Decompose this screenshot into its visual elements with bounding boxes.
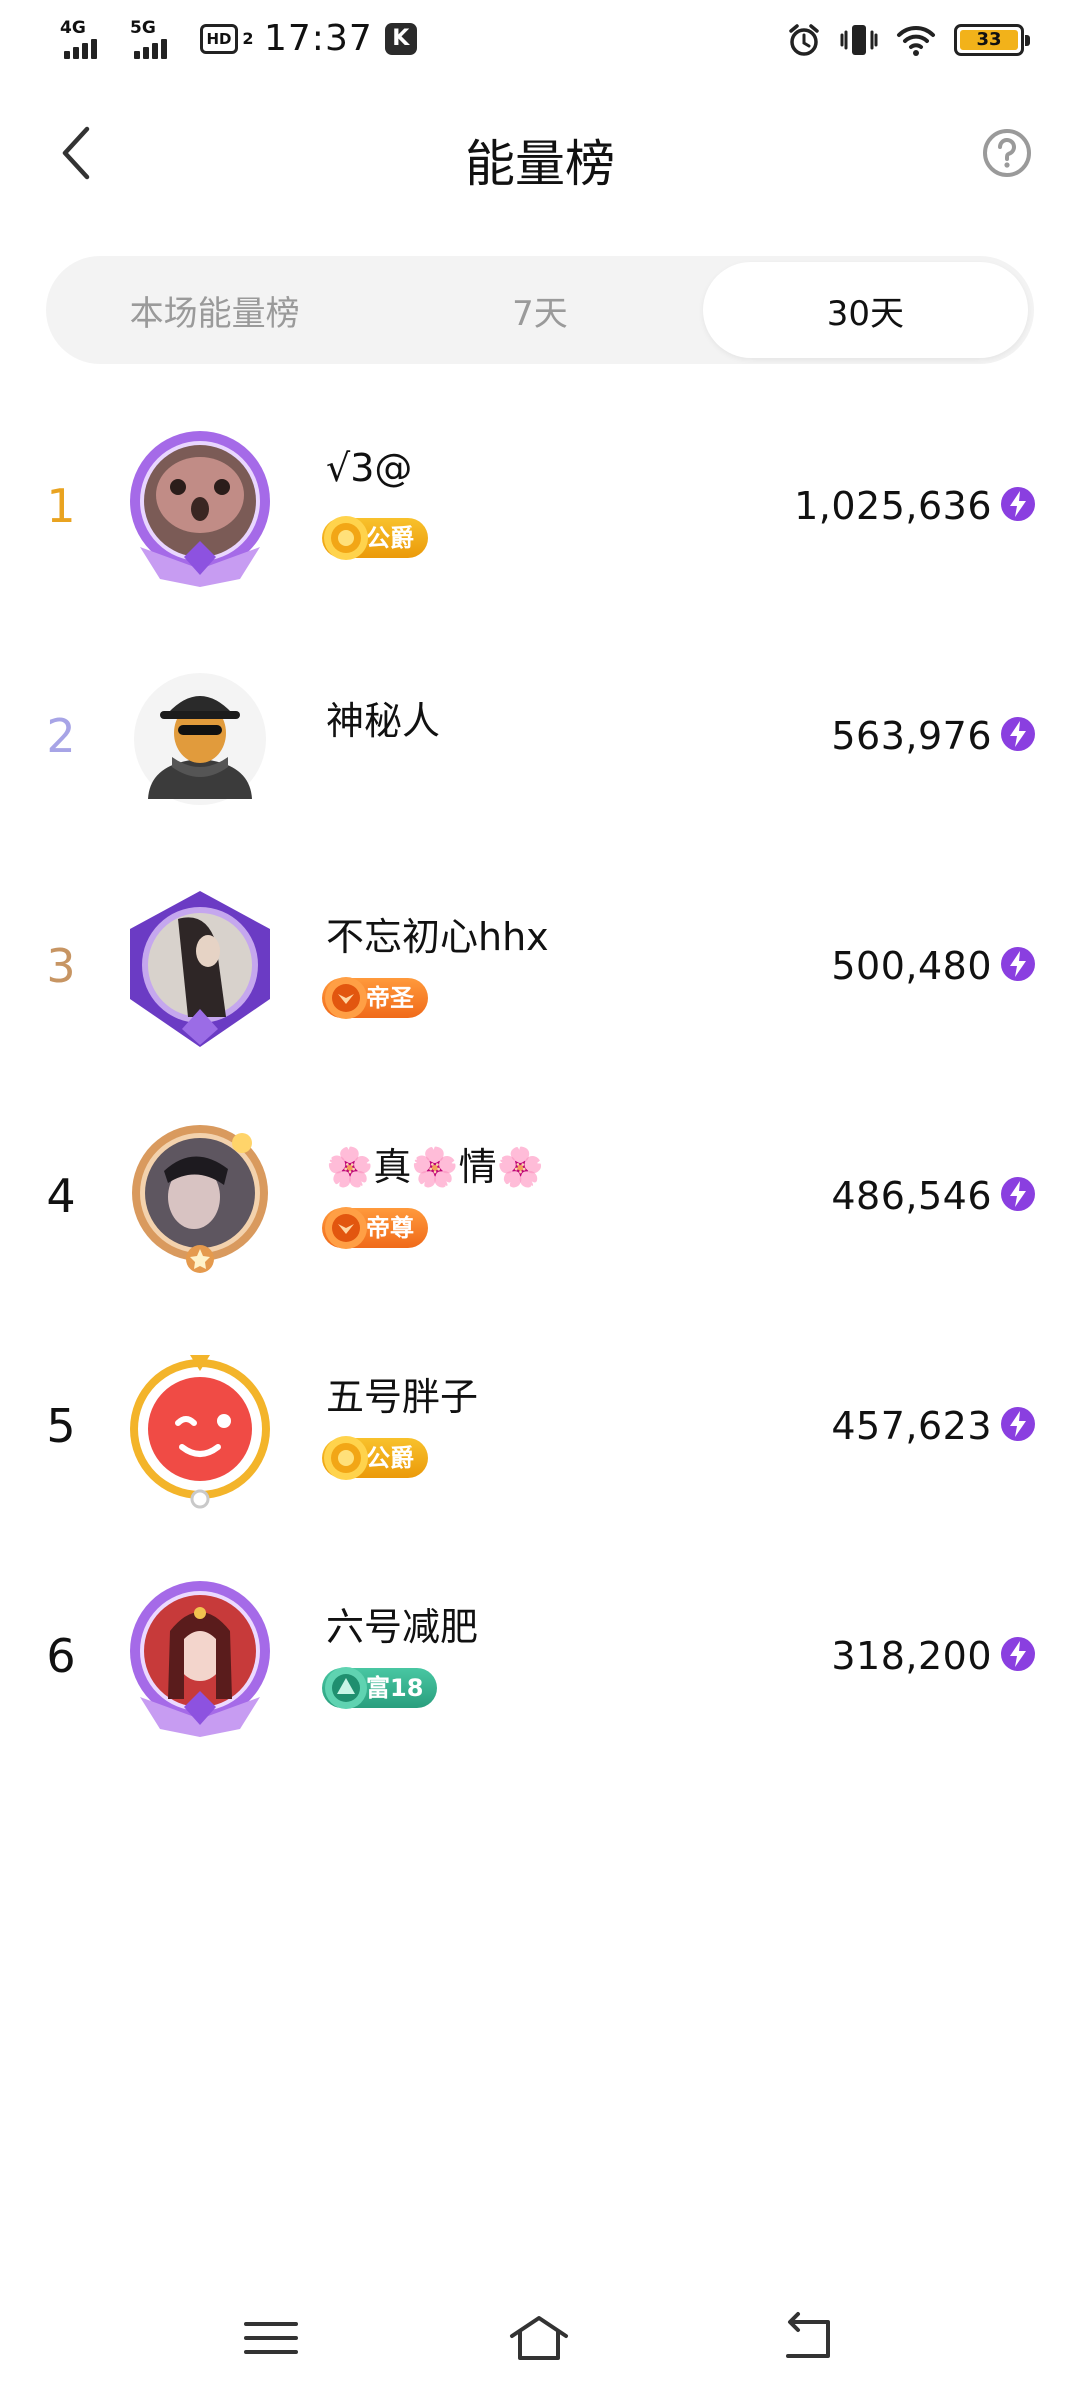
rank-number: 6 <box>46 1629 76 1683</box>
crest-icon <box>325 1207 367 1249</box>
clock: 17:37 <box>264 18 373 59</box>
system-nav-bar <box>0 2290 1080 2380</box>
page-title: 能量榜 <box>465 135 615 193</box>
rank-number: 3 <box>46 939 76 993</box>
badge-label: 富18 <box>366 1674 424 1702</box>
level-badge: 帝圣 <box>322 977 428 1019</box>
lightning-icon <box>1001 1407 1035 1441</box>
tab-30-days[interactable]: 30天 <box>702 262 1028 358</box>
avatar[interactable] <box>120 889 280 1049</box>
user-name[interactable]: √3@ <box>326 446 412 490</box>
signal-4g-icon: 4G <box>60 19 118 59</box>
status-bar: 4G 5G HD 2 17:37 K 33 <box>0 0 1080 80</box>
badge-label: 公爵 <box>366 1444 414 1472</box>
user-name[interactable]: 🌸真🌸情🌸 <box>326 1136 544 1191</box>
status-right: 33 <box>768 22 1030 58</box>
lightning-icon <box>1001 487 1035 521</box>
rank-number: 4 <box>46 1169 76 1223</box>
signal-5g-icon: 5G <box>130 19 188 59</box>
tab-this-session[interactable]: 本场能量榜 <box>52 262 377 358</box>
level-badge: 公爵 <box>322 516 428 560</box>
user-name[interactable]: 不忘初心hhx <box>326 906 549 961</box>
avatar[interactable] <box>120 1119 280 1279</box>
lightning-icon <box>1001 1637 1035 1671</box>
energy-score: 486,546 <box>831 1174 992 1218</box>
user-name[interactable]: 六号减肥 <box>326 1596 478 1651</box>
list-item[interactable]: 6 六号减肥 富18 318,200 <box>0 1574 1080 1804</box>
wealth-level-icon <box>325 1667 367 1709</box>
help-button[interactable] <box>980 126 1034 180</box>
rank-number: 1 <box>46 479 76 533</box>
lightning-icon <box>1001 947 1035 981</box>
menu-icon[interactable] <box>236 2310 306 2366</box>
home-icon[interactable] <box>504 2310 574 2366</box>
avatar[interactable] <box>120 1349 280 1509</box>
battery-level: 33 <box>976 29 1002 50</box>
battery-icon: 33 <box>954 24 1030 56</box>
energy-score: 1,025,636 <box>794 484 992 528</box>
list-item[interactable]: 3 不忘初心hhx 帝圣 500,480 <box>0 884 1080 1114</box>
user-name[interactable]: 五号胖子 <box>326 1366 478 1421</box>
hd-sub-label: 2 <box>242 28 254 48</box>
network-type-2: 5G <box>130 17 156 38</box>
wealth-badge: 富18 <box>322 1667 438 1709</box>
list-item[interactable]: 5 五号胖子 公爵 457,623 <box>0 1344 1080 1574</box>
avatar[interactable] <box>120 1579 280 1739</box>
rank-number: 2 <box>46 709 76 763</box>
avatar[interactable] <box>120 429 280 589</box>
crest-icon <box>325 977 367 1019</box>
status-left: 4G 5G HD 2 17:37 K <box>60 18 417 59</box>
rank-number: 5 <box>46 1399 76 1453</box>
level-badge: 公爵 <box>322 1436 428 1480</box>
level-badge: 帝尊 <box>322 1207 428 1249</box>
list-item[interactable]: 1 √3@ 公爵 1,025,636 <box>0 424 1080 654</box>
energy-score: 318,200 <box>831 1634 992 1678</box>
badge-label: 公爵 <box>366 524 414 552</box>
header: 能量榜 <box>0 100 1080 210</box>
vibrate-icon <box>840 25 878 55</box>
lightning-icon <box>1001 1177 1035 1211</box>
network-type-1: 4G <box>60 17 86 38</box>
tab-7-days[interactable]: 7天 <box>377 262 702 358</box>
coin-icon <box>324 516 368 560</box>
energy-score: 457,623 <box>831 1404 992 1448</box>
coin-icon <box>324 1436 368 1480</box>
badge-label: 帝尊 <box>366 1214 414 1242</box>
energy-score: 563,976 <box>831 714 992 758</box>
list-item[interactable]: 4 🌸真🌸情🌸 帝尊 486,546 <box>0 1114 1080 1344</box>
energy-score: 500,480 <box>831 944 992 988</box>
question-mark-icon <box>983 129 1031 177</box>
wifi-icon <box>897 25 935 56</box>
list-item[interactable]: 2 神秘人 563,976 <box>0 654 1080 884</box>
ranking-list: 1 √3@ 公爵 1,025,636 2 神秘人 563,976 3 不忘初心h… <box>0 424 1080 1804</box>
period-tabs: 本场能量榜 7天 30天 <box>46 256 1034 364</box>
mystery-user-avatar[interactable] <box>120 659 280 819</box>
hd-voice-icon: HD <box>200 23 238 54</box>
lightning-icon <box>1001 717 1035 751</box>
user-name[interactable]: 神秘人 <box>326 690 440 745</box>
alarm-icon <box>789 24 819 56</box>
screen: 4G 5G HD 2 17:37 K 33 能量榜 本场能量榜 7天 30天 1… <box>0 0 1080 2400</box>
k-app-icon: K <box>384 22 417 55</box>
back-arrow-icon[interactable] <box>774 2310 844 2366</box>
badge-label: 帝圣 <box>366 984 414 1012</box>
